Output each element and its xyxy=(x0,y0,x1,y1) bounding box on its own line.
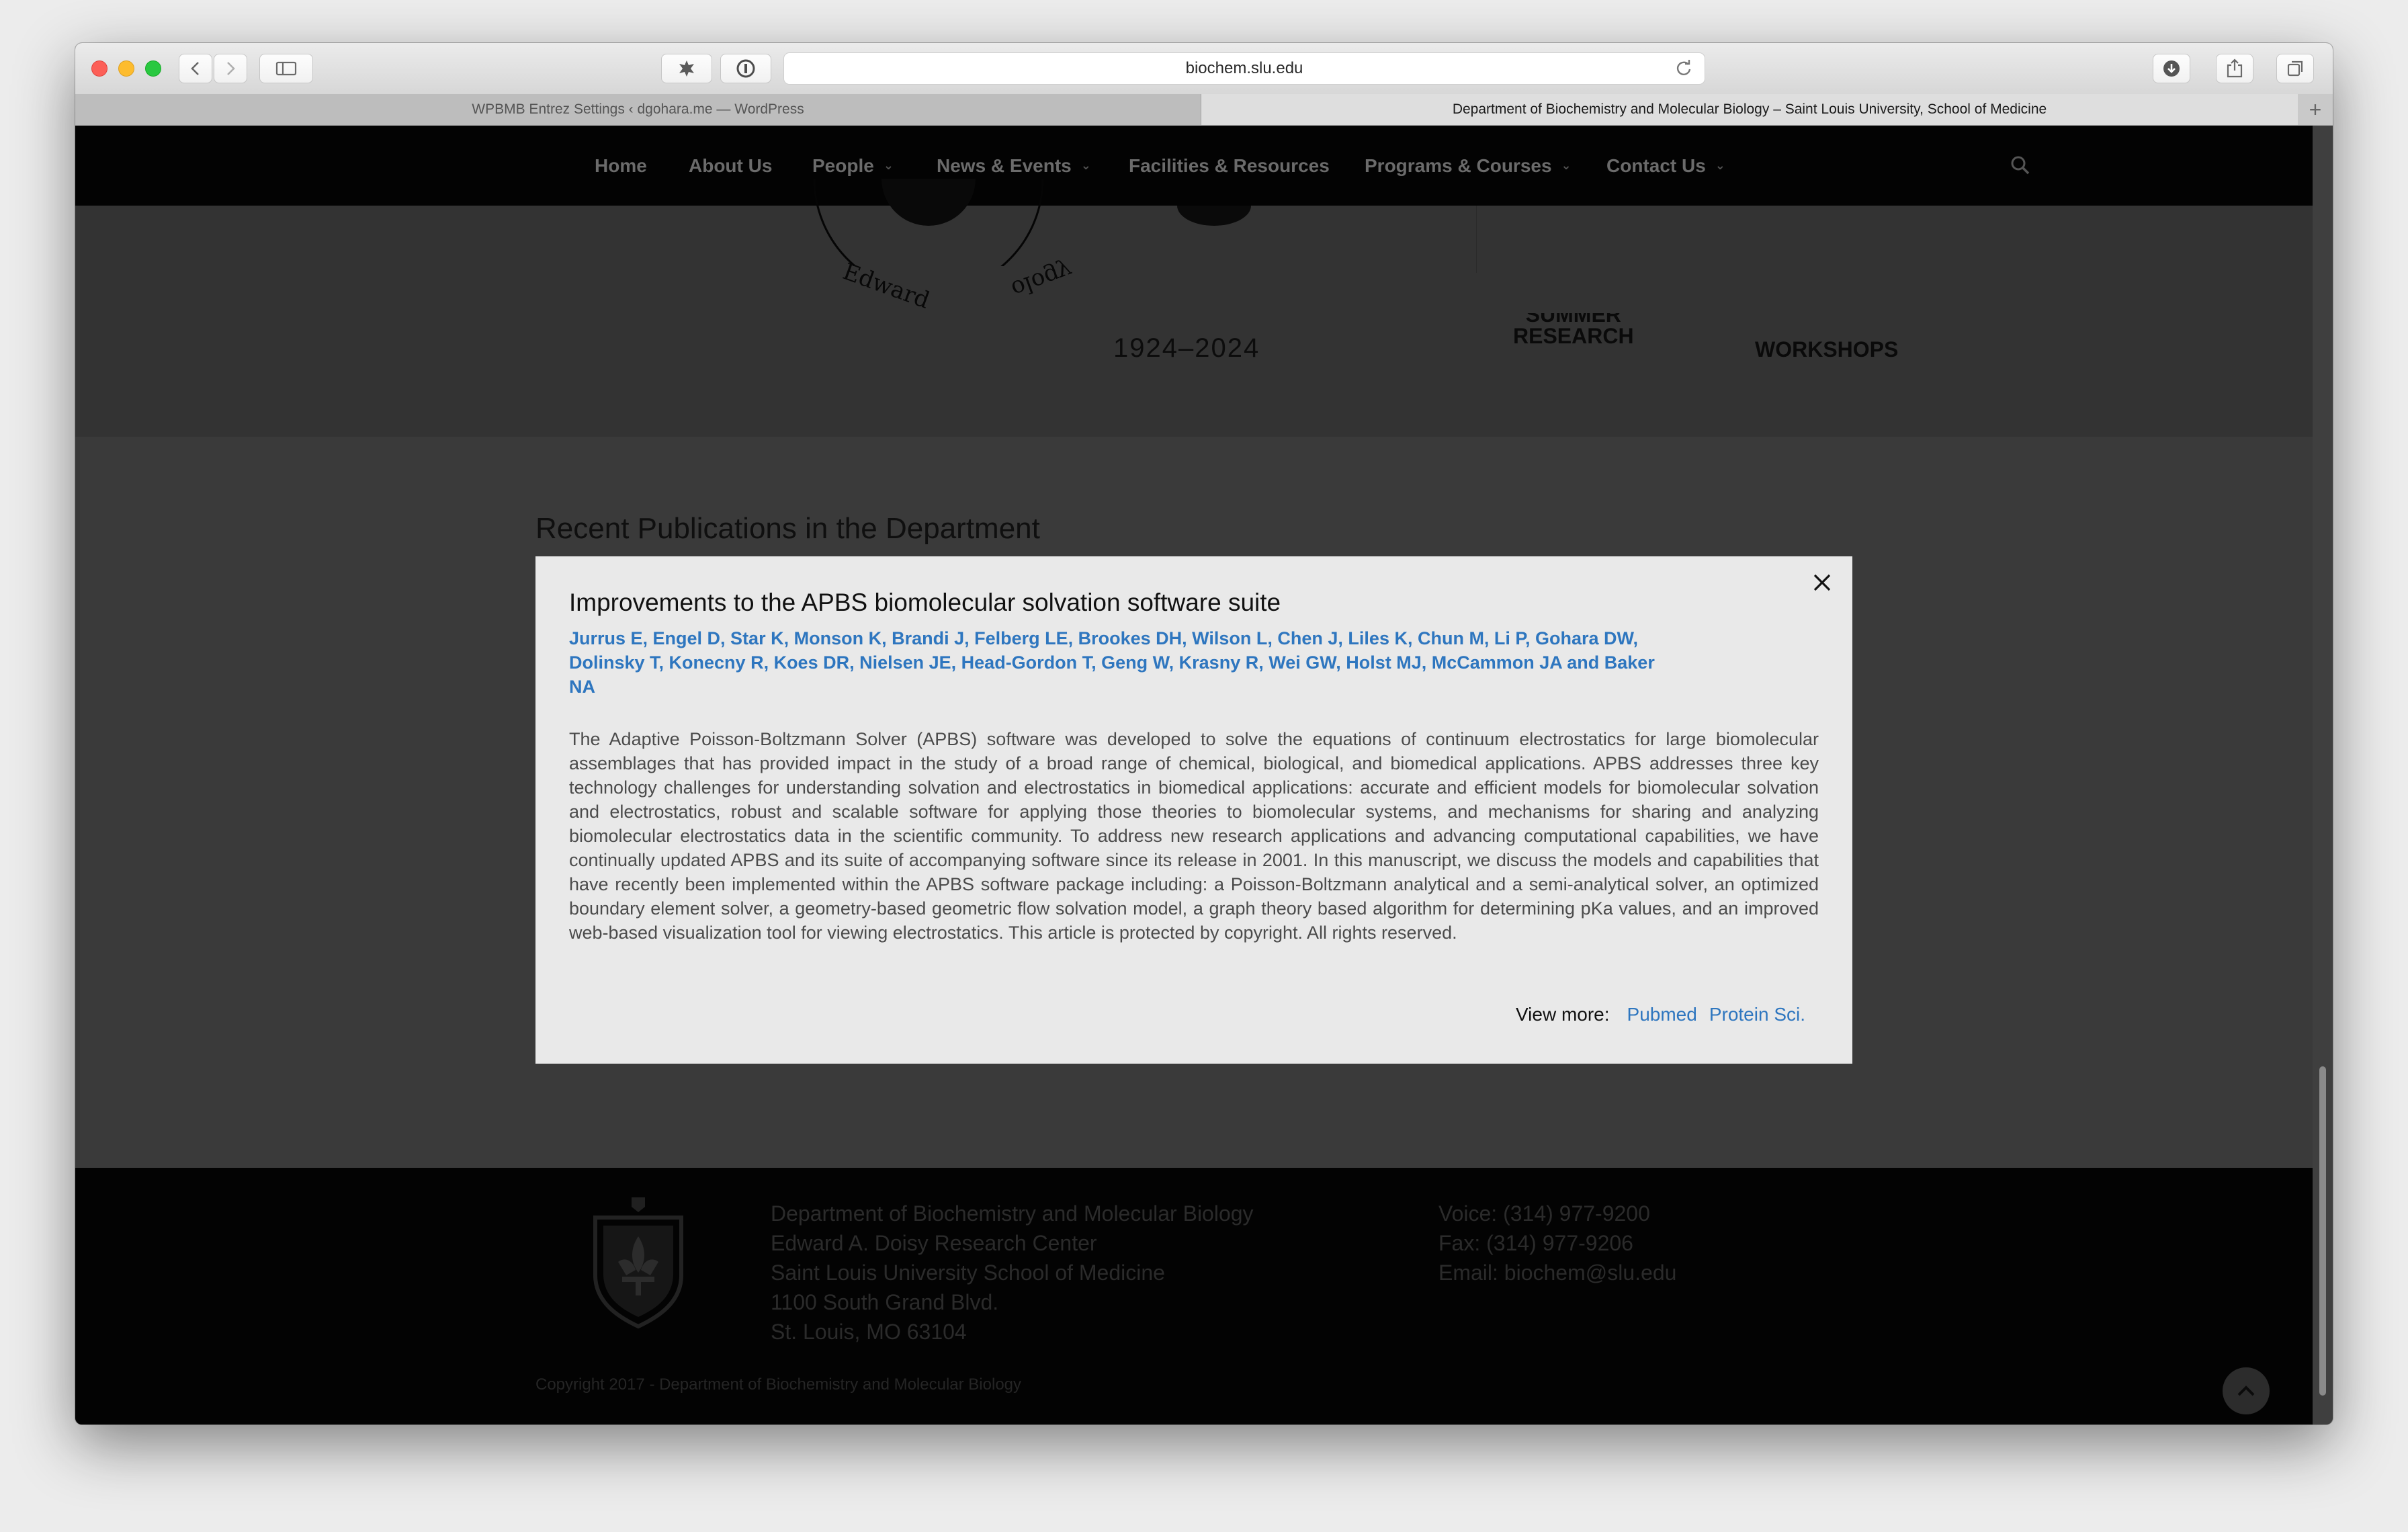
url-text: biochem.slu.edu xyxy=(1185,59,1303,77)
share-button[interactable] xyxy=(2216,54,2253,83)
chevron-down-icon: ⌄ xyxy=(1080,159,1091,172)
publication-title: Improvements to the APBS biomolecular so… xyxy=(569,589,1281,616)
nav-label: Contact Us xyxy=(1606,155,1706,176)
download-icon xyxy=(2163,60,2180,77)
pubmed-link[interactable]: Pubmed xyxy=(1627,1004,1697,1025)
extension-button[interactable] xyxy=(661,54,712,83)
web-page: Home About Us People ⌄ News & Events ⌄ Fac… xyxy=(75,126,2313,1424)
extension-icon xyxy=(679,60,694,77)
reload-icon[interactable] xyxy=(1675,60,1692,77)
scroll-to-top-icon xyxy=(2237,1386,2255,1396)
close-icon xyxy=(1813,574,1831,591)
scrollbar-thumb[interactable] xyxy=(2319,1066,2326,1396)
browser-toolbar: biochem.slu.edu xyxy=(75,43,2333,95)
workshops-label: WORKSHOPS xyxy=(1755,337,1899,361)
workshops-link[interactable]: WORKSHOPS xyxy=(1755,337,1898,362)
tab-bar: WPBMB Entrez Settings ‹ dgohara.me — Wor… xyxy=(75,94,2333,126)
nav-label: News & Events xyxy=(937,155,1072,176)
footer-voice: Voice: (314) 977-9200 xyxy=(1438,1201,1650,1226)
slu-shield-logo xyxy=(593,1197,683,1329)
summer-label: SUMMER xyxy=(1513,313,1634,324)
nav-label: About Us xyxy=(689,155,773,176)
password-icon xyxy=(736,59,755,78)
main-navigation: Home About Us People ⌄ News & Events ⌄ Fac… xyxy=(75,126,2313,206)
share-icon xyxy=(2227,58,2243,78)
nav-item-programs-courses[interactable]: Programs & Courses ⌄ xyxy=(1365,126,1572,206)
address-bar[interactable]: biochem.slu.edu xyxy=(783,52,1705,85)
view-more-row: View more: Pubmed Protein Sci. xyxy=(1516,1004,1805,1025)
view-more-label: View more: xyxy=(1515,1004,1610,1025)
close-button[interactable] xyxy=(1807,567,1838,598)
centennial-banner: Edward ology 1924–2024 SUMMER RESEARCH W… xyxy=(75,179,2313,437)
tabs-overview-icon xyxy=(2287,60,2303,77)
page-scrollbar[interactable] xyxy=(2313,126,2333,1424)
publication-authors[interactable]: Jurrus E, Engel D, Star K, Monson K, Bra… xyxy=(569,626,1671,699)
close-window-button[interactable] xyxy=(91,60,108,77)
back-icon xyxy=(191,62,199,75)
forward-icon xyxy=(227,62,235,75)
footer-copyright: Copyright 2017 - Department of Biochemis… xyxy=(535,1375,1022,1394)
browser-window: biochem.slu.edu WPBMB Entrez Settings ‹ … xyxy=(75,43,2333,1424)
tab-biochem-site[interactable]: Department of Biochemistry and Molecular… xyxy=(1201,94,2298,125)
research-label: RESEARCH xyxy=(1513,324,1634,348)
footer-fax: Fax: (314) 977-9206 xyxy=(1438,1231,1633,1255)
journal-link[interactable]: Protein Sci. xyxy=(1709,1004,1805,1025)
summer-research-link[interactable]: SUMMER RESEARCH xyxy=(1513,313,1634,348)
downloads-button[interactable] xyxy=(2153,54,2190,83)
nav-item-home[interactable]: Home xyxy=(595,126,647,206)
nav-label: Home xyxy=(595,155,647,176)
footer-address-line: 1100 South Grand Blvd. xyxy=(771,1290,999,1314)
publication-modal: Improvements to the APBS biomolecular so… xyxy=(535,556,1852,1064)
minimize-window-button[interactable] xyxy=(118,60,134,77)
nav-label: Facilities & Resources xyxy=(1129,155,1330,176)
sidebar-toggle-button[interactable] xyxy=(259,54,313,83)
chevron-down-icon: ⌄ xyxy=(1561,159,1572,172)
footer-address-line: Department of Biochemistry and Molecular… xyxy=(771,1201,1254,1226)
nav-label: Programs & Courses xyxy=(1365,155,1552,176)
nav-item-facilities-resources[interactable]: Facilities & Resources xyxy=(1129,126,1330,206)
tab-overview-button[interactable] xyxy=(2276,54,2314,83)
search-icon[interactable] xyxy=(2010,155,2030,175)
site-footer: Department of Biochemistry and Molecular… xyxy=(75,1168,2313,1424)
department-seal xyxy=(813,179,1044,266)
nav-item-contact-us[interactable]: Contact Us ⌄ xyxy=(1606,126,1725,206)
tab-label: WPBMB Entrez Settings ‹ dgohara.me — Wor… xyxy=(472,101,804,117)
add-tab-icon[interactable]: + xyxy=(2298,94,2333,125)
scroll-to-top-button[interactable] xyxy=(2223,1367,2270,1414)
footer-address-line: St. Louis, MO 63104 xyxy=(771,1320,967,1344)
tab-label: Department of Biochemistry and Molecular… xyxy=(1452,101,2047,117)
chevron-down-icon: ⌄ xyxy=(883,159,894,172)
nav-item-about-us[interactable]: About Us xyxy=(689,126,772,206)
nav-label: People xyxy=(812,155,874,176)
zoom-window-button[interactable] xyxy=(145,60,161,77)
password-button[interactable] xyxy=(720,54,771,83)
footer-email[interactable]: Email: biochem@slu.edu xyxy=(1438,1261,1676,1285)
banner-divider xyxy=(1476,206,1477,273)
chevron-down-icon: ⌄ xyxy=(1715,159,1725,172)
sidebar-icon xyxy=(275,61,297,76)
publication-abstract: The Adaptive Poisson-Boltzmann Solver (A… xyxy=(569,729,1819,943)
tab-wordpress-settings[interactable]: WPBMB Entrez Settings ‹ dgohara.me — Wor… xyxy=(75,94,1201,125)
centennial-years: 1924–2024 xyxy=(1113,333,1260,363)
back-button[interactable] xyxy=(179,54,212,83)
forward-button[interactable] xyxy=(214,54,247,83)
footer-address-line: Saint Louis University School of Medicin… xyxy=(771,1261,1165,1285)
footer-address-line: Edward A. Doisy Research Center xyxy=(771,1231,1097,1255)
section-title: Recent Publications in the Department xyxy=(535,512,1040,545)
seal-text-left: Edward xyxy=(839,258,933,314)
centennial-arc xyxy=(1177,206,1251,226)
